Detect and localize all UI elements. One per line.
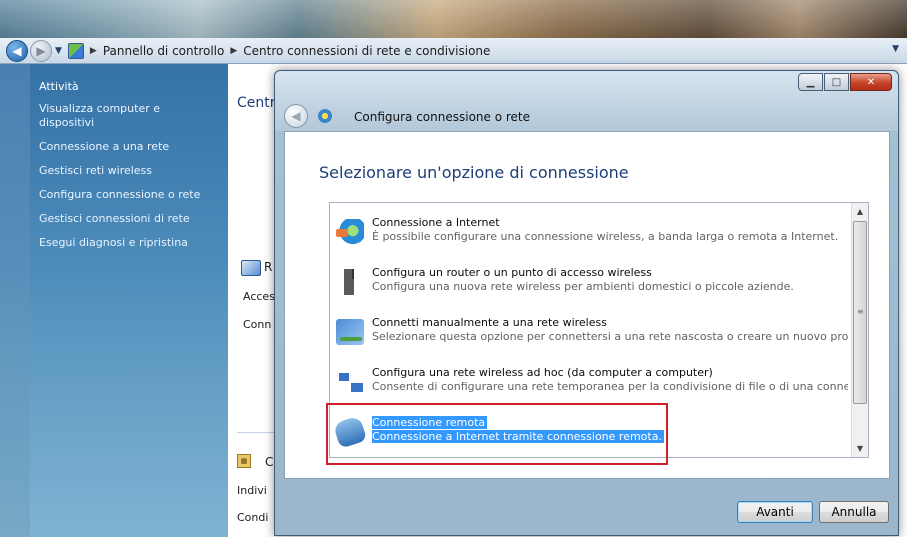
network-icon (241, 260, 261, 276)
option-title: Connessione a Internet (372, 216, 500, 229)
sharing-icon: ▦ (237, 454, 251, 468)
forward-arrow-icon[interactable]: ▶ (30, 39, 52, 62)
setup-connection-dialog: ▁ □ ✕ ◀ Configura connessione o rete Sel… (274, 70, 899, 536)
network-discovery-label: Indivi (237, 484, 267, 497)
option-title: Configura una rete wireless ad hoc (da c… (372, 366, 713, 379)
scroll-grip-icon: ≡ (857, 307, 864, 316)
selection-highlight-annotation (326, 403, 668, 465)
sidebar-item-setup-connection[interactable]: Configura connessione o rete (39, 188, 216, 202)
list-item-adhoc[interactable]: Configura una rete wireless ad hoc (da c… (330, 361, 850, 407)
tasks-sidebar: Attività Visualizza computer e dispositi… (0, 64, 228, 537)
sidebar-title: Attività (39, 80, 79, 93)
scroll-up-icon[interactable]: ▲ (852, 203, 868, 220)
option-title: Connetti manualmente a una rete wireless (372, 316, 607, 329)
recent-pages-dropdown-icon[interactable]: ▼ (55, 46, 62, 56)
network-name: R (264, 260, 273, 274)
scroll-down-icon[interactable]: ▼ (852, 440, 868, 457)
sidebar-item-view-computers[interactable]: Visualizza computer e dispositivi (39, 102, 189, 130)
dialog-heading: Selezionare un'opzione di connessione (319, 163, 629, 182)
file-sharing-label: Condi (237, 511, 269, 524)
cancel-button[interactable]: Annulla (819, 501, 889, 523)
close-icon[interactable]: ✕ (850, 73, 892, 91)
next-button[interactable]: Avanti (737, 501, 813, 523)
connection-label: Conn (243, 318, 272, 331)
globe-icon (336, 219, 364, 245)
sidebar-item-connect-network[interactable]: Connessione a una rete (39, 140, 216, 154)
scrollbar-thumb[interactable]: ≡ (853, 221, 867, 404)
option-description: Consente di configurare una rete tempora… (372, 380, 848, 393)
list-item-internet[interactable]: Connessione a Internet È possibile confi… (330, 211, 850, 257)
wizard-back-icon[interactable]: ◀ (284, 104, 308, 128)
control-panel-icon (67, 42, 84, 59)
option-title: Configura un router o un punto di access… (372, 266, 652, 279)
wireless-network-icon (336, 319, 364, 345)
option-description: Selezionare questa opzione per connetter… (372, 330, 848, 343)
page-title: Centr (237, 95, 276, 111)
maximize-icon[interactable]: □ (824, 73, 849, 91)
breadcrumb-network-center[interactable]: Centro connessioni di rete e condivision… (243, 44, 490, 58)
list-item-router[interactable]: Configura un router o un punto di access… (330, 261, 850, 307)
minimize-icon[interactable]: ▁ (798, 73, 823, 91)
divider (237, 432, 277, 433)
dialog-title: Configura connessione o rete (354, 110, 531, 124)
sidebar-item-manage-wireless[interactable]: Gestisci reti wireless (39, 164, 216, 178)
list-scrollbar[interactable]: ▲ ≡ ▼ (851, 203, 868, 457)
list-item-manual-wireless[interactable]: Connetti manualmente a una rete wireless… (330, 311, 850, 357)
breadcrumb-control-panel[interactable]: Pannello di controllo (103, 44, 225, 58)
option-description: È possibile configurare una connessione … (372, 230, 839, 243)
sidebar-item-diagnose-repair[interactable]: Esegui diagnosi e ripristina (39, 236, 216, 250)
access-label: Acces (243, 290, 275, 303)
adhoc-network-icon (336, 369, 364, 395)
sharing-section-title: C (265, 455, 274, 469)
address-bar: ◀ ▶ ▼ ▶ Pannello di controllo ▶ Centro c… (0, 38, 907, 64)
network-setup-icon (318, 109, 332, 123)
breadcrumb-separator-icon[interactable]: ▶ (90, 46, 97, 56)
back-arrow-icon[interactable]: ◀ (6, 39, 28, 62)
window-title-strip (0, 0, 907, 38)
sidebar-item-manage-connections[interactable]: Gestisci connessioni di rete (39, 212, 216, 226)
window-controls: ▁ □ ✕ (798, 73, 892, 91)
router-icon (336, 269, 364, 295)
option-description: Configura una nuova rete wireless per am… (372, 280, 794, 293)
breadcrumb-separator-icon[interactable]: ▶ (230, 46, 237, 56)
address-dropdown-icon[interactable]: ▼ (892, 44, 899, 54)
